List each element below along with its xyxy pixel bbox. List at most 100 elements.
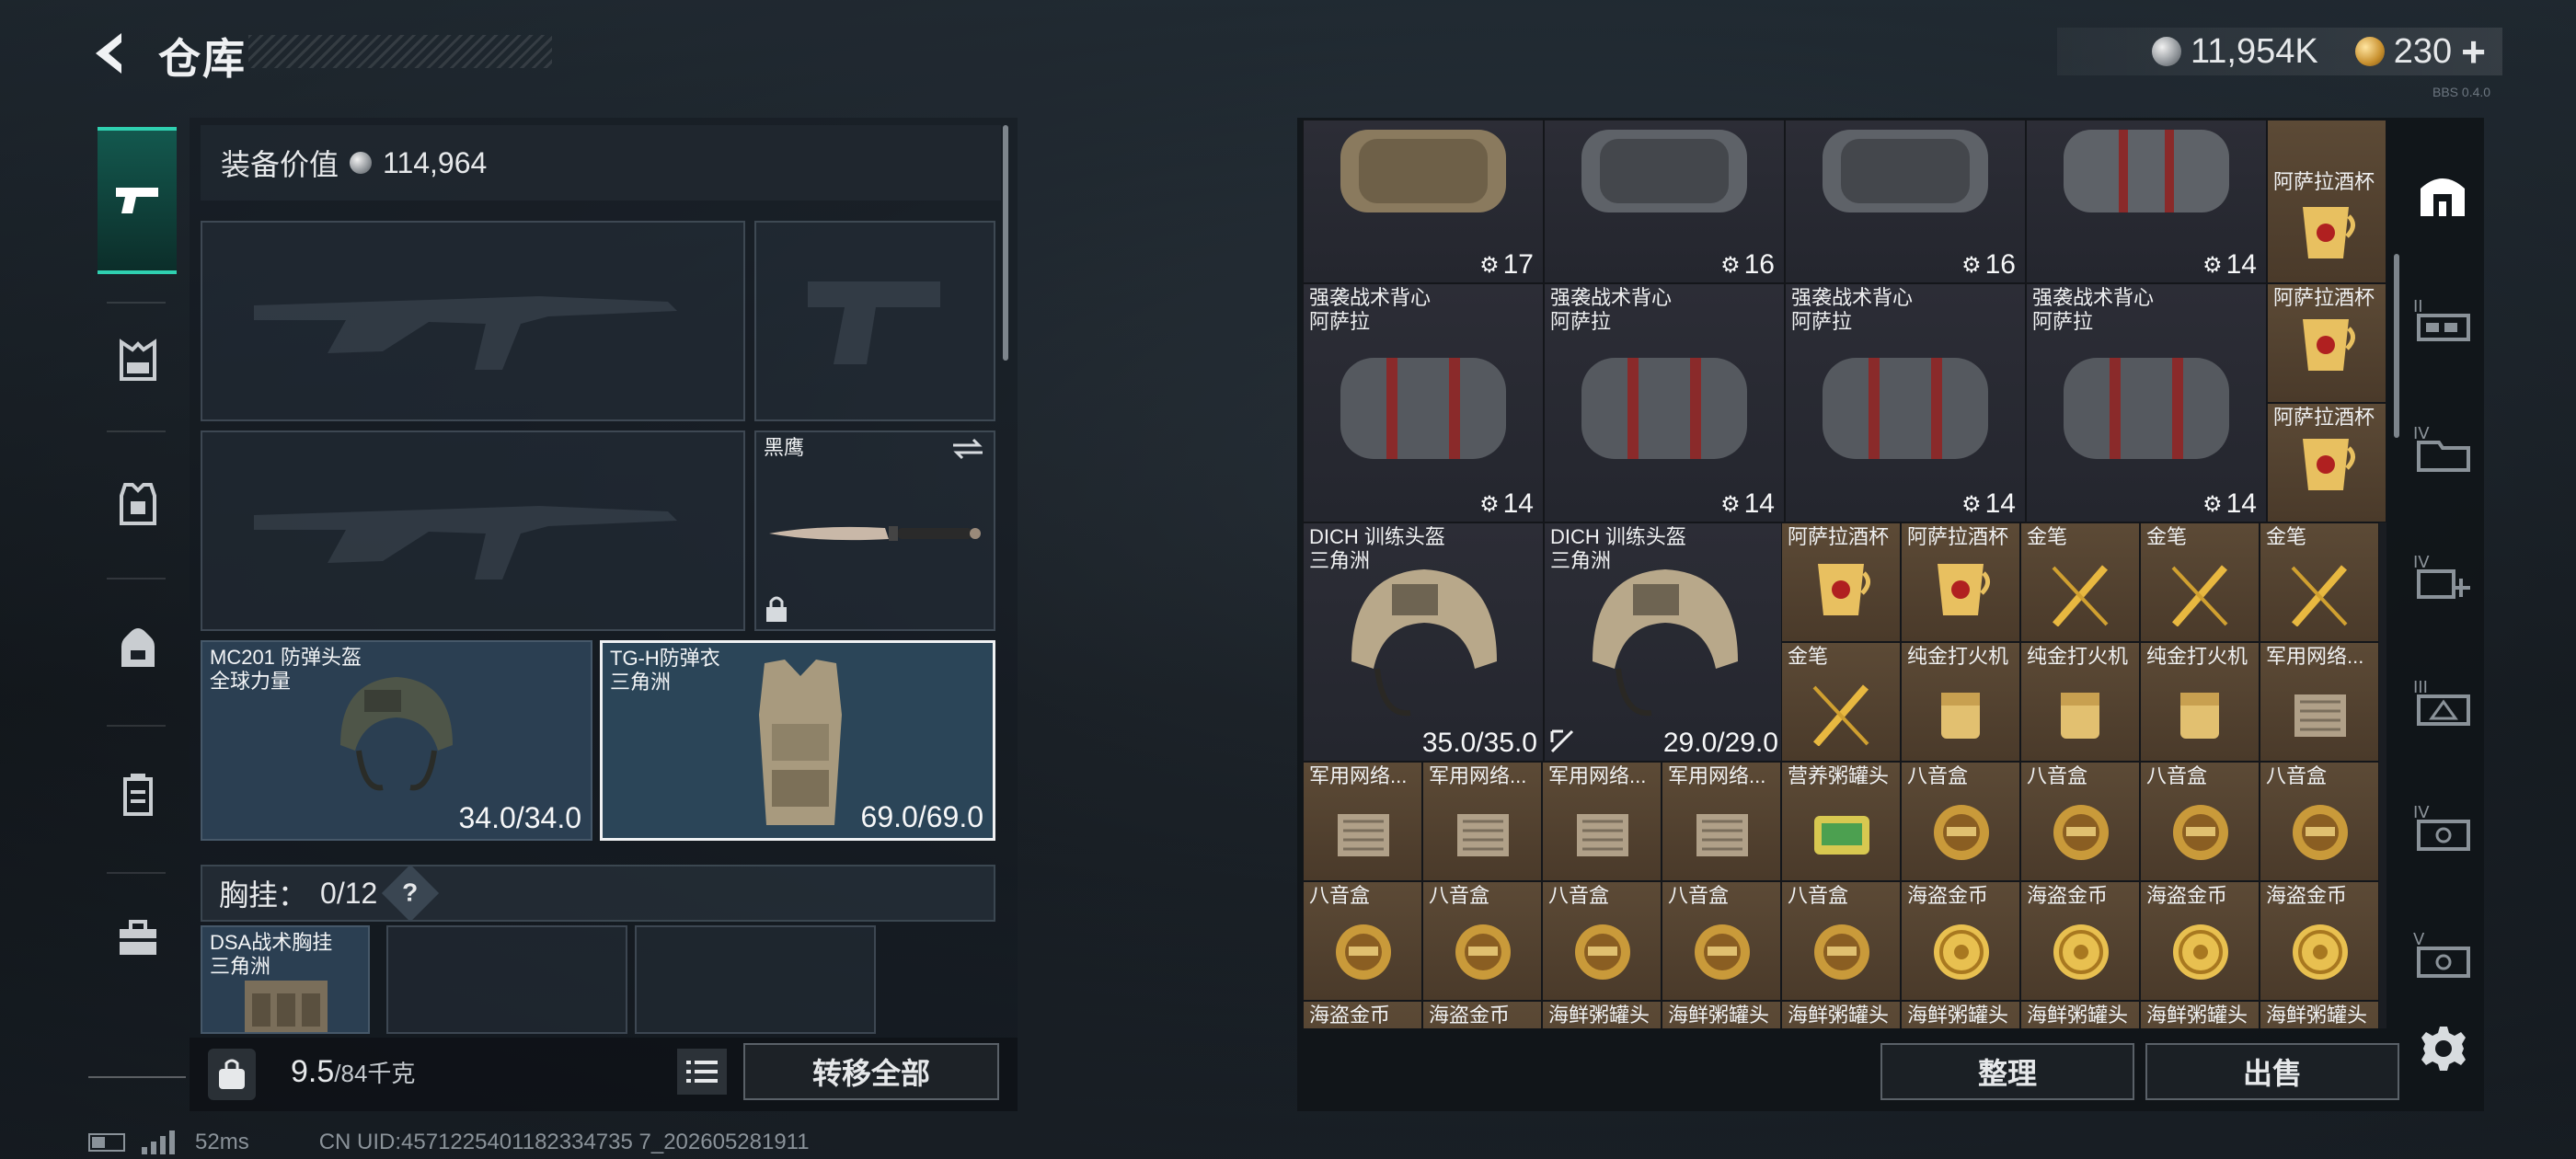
stash-item-bag[interactable]: ⚙ 17 [1303, 120, 1544, 283]
stash-item-small[interactable]: 海盗金币 [1422, 1001, 1542, 1028]
sort-button[interactable]: 整理 [1880, 1043, 2134, 1100]
category-chest-rig[interactable] [99, 322, 177, 399]
music-box-icon [1455, 924, 1511, 980]
item-name-line1: 强袭战术背心 [2032, 286, 2155, 309]
toolbox-icon [120, 920, 156, 955]
stash-item-small[interactable]: 军用网络... [1422, 762, 1542, 881]
storage-tab-4[interactable]: IV [2409, 543, 2477, 611]
stash-item-small[interactable]: 八音盒 [1422, 881, 1542, 1001]
list-view-button[interactable] [677, 1049, 727, 1095]
stash-item-small[interactable]: 阿萨拉酒杯 [1901, 522, 2020, 642]
storage-tab-5[interactable]: III [2409, 668, 2477, 736]
stash-item-helmet[interactable]: DICH 训练头盔 三角洲 29.0/29.0 [1544, 522, 1785, 762]
stash-item-bag[interactable]: ⚙ 14 [2026, 120, 2267, 283]
stash-item-cup[interactable]: 阿萨拉酒杯 [2267, 403, 2386, 522]
music-box-icon [2053, 805, 2109, 860]
stash-item-small[interactable]: 海鲜粥罐头 [1662, 1001, 1781, 1028]
stash-item-small[interactable]: 军用网络... [1303, 762, 1422, 881]
network-device-icon [1696, 814, 1748, 856]
item-name: 八音盒 [1429, 884, 1490, 907]
stash-home-tab[interactable] [2409, 160, 2477, 228]
stash-item-small[interactable]: 营养粥罐头 [1781, 762, 1901, 881]
storage-tab-7[interactable]: V [2409, 920, 2477, 988]
stash-item-small[interactable]: 海鲜粥罐头 [2020, 1001, 2140, 1028]
storage-tab-3[interactable]: IV [2409, 414, 2477, 482]
category-backpack[interactable] [99, 609, 177, 686]
stash-item-small[interactable]: 纯金打火机 [2020, 642, 2140, 762]
stash-item-small[interactable]: 海鲜粥罐头 [1901, 1001, 2020, 1028]
tier-icon: ⚙ [2202, 252, 2223, 278]
lighter-icon [1941, 693, 1980, 739]
stash-item-bag[interactable]: ⚙ 16 [1544, 120, 1785, 283]
stash-item-vest[interactable]: 强袭战术背心 阿萨拉 ⚙ 14 [1785, 283, 2026, 522]
stash-item-small[interactable]: 金笔 [2020, 522, 2140, 642]
primary-weapon-slot[interactable] [201, 221, 745, 421]
back-button[interactable] [85, 28, 136, 79]
stash-item-small[interactable]: 纯金打火机 [1901, 642, 2020, 762]
storage-tab-6[interactable]: IV [2409, 793, 2477, 861]
stash-item-small[interactable]: 海鲜粥罐头 [1781, 1001, 1901, 1028]
stash-item-small[interactable]: 八音盒 [2140, 762, 2260, 881]
stash-item-small[interactable]: 海鲜粥罐头 [2140, 1001, 2260, 1028]
equip-value-label: 装备价值 [221, 148, 339, 181]
melee-slot[interactable]: 黑鹰 [754, 430, 995, 631]
add-currency-button[interactable]: + [2461, 30, 2486, 73]
stash-item-small[interactable]: 海盗金币 [2140, 881, 2260, 1001]
stash-item-small[interactable]: 海鲜粥罐头 [1542, 1001, 1662, 1028]
stash-item-small[interactable]: 军用网络... [1662, 762, 1781, 881]
stash-item-vest[interactable]: 强袭战术背心 阿萨拉 ⚙ 14 [2026, 283, 2267, 522]
item-name-line2: 阿萨拉 [1791, 310, 1853, 333]
stash-item-small[interactable]: 八音盒 [2260, 762, 2379, 881]
stash-item-small[interactable]: 八音盒 [1781, 881, 1901, 1001]
stash-item-cup[interactable]: 阿萨拉酒杯 [2267, 120, 2386, 283]
stash-item-small[interactable]: 海盗金币 [2020, 881, 2140, 1001]
stash-item-small[interactable]: 金笔 [1781, 642, 1901, 762]
settings-button[interactable] [2418, 1023, 2469, 1074]
stash-item-cup[interactable]: 阿萨拉酒杯 [2267, 283, 2386, 403]
item-name: 海盗金币 [2146, 884, 2228, 907]
stash-item-small[interactable]: 金笔 [2140, 522, 2260, 642]
stash-item-small[interactable]: 海鲜粥罐头 [2260, 1001, 2379, 1028]
silver-coin-icon [2151, 37, 2181, 66]
chest-rig-pocket-1[interactable] [386, 925, 627, 1034]
item-name: 营养粥罐头 [1788, 764, 1890, 787]
stash-item-small[interactable]: 阿萨拉酒杯 [1781, 522, 1901, 642]
stash-item-small[interactable]: 海盗金币 [1303, 1001, 1422, 1028]
category-armor[interactable] [99, 465, 177, 543]
stash-item-small[interactable]: 八音盒 [2020, 762, 2140, 881]
transfer-all-button[interactable]: 转移全部 [743, 1043, 999, 1100]
storage-tab-2[interactable]: II [2409, 285, 2477, 353]
stash-item-small[interactable]: 八音盒 [1542, 881, 1662, 1001]
stash-scrollbar[interactable] [2394, 254, 2399, 438]
stash-item-helmet[interactable]: DICH 训练头盔 三角洲 35.0/35.0 [1303, 522, 1544, 762]
network-device-icon [1577, 814, 1628, 856]
loadout-scrollbar[interactable] [1003, 125, 1008, 361]
item-count: ⚙ 14 [1720, 488, 1775, 520]
swap-icon[interactable] [951, 438, 984, 460]
stash-item-small[interactable]: 金笔 [2260, 522, 2379, 642]
stash-item-vest[interactable]: 强袭战术背心 阿萨拉 ⚙ 14 [1544, 283, 1785, 522]
stash-item-small[interactable]: 军用网络... [2260, 642, 2379, 762]
stash-item-small[interactable]: 海盗金币 [1901, 881, 2020, 1001]
stash-item-small[interactable]: 军用网络... [1542, 762, 1662, 881]
stash-item-small[interactable]: 八音盒 [1662, 881, 1781, 1001]
stash-item-bag[interactable]: ⚙ 16 [1785, 120, 2026, 283]
armor-slot[interactable]: TG-H防弹衣 三角洲 69.0/69.0 [600, 640, 995, 841]
sell-button[interactable]: 出售 [2145, 1043, 2399, 1100]
stash-item-small[interactable]: 海盗金币 [2260, 881, 2379, 1001]
chest-rig-item[interactable]: DSA战术胸挂 三角洲 [201, 925, 370, 1034]
stash-item-small[interactable]: 八音盒 [1901, 762, 2020, 881]
pistol-slot[interactable] [754, 221, 995, 421]
helmet-slot[interactable]: MC201 防弹头盔 全球力量 34.0/34.0 [201, 640, 592, 841]
item-name: 八音盒 [1668, 884, 1730, 907]
category-toolbox[interactable] [99, 900, 177, 977]
stash-item-small[interactable]: 八音盒 [1303, 881, 1422, 1001]
stash-item-vest[interactable]: 强袭战术背心 阿萨拉 ⚙ 14 [1303, 283, 1544, 522]
chest-rig-pocket-2[interactable] [635, 925, 876, 1034]
help-button[interactable]: ? [382, 864, 440, 923]
category-container[interactable] [99, 756, 177, 833]
folder-storage-icon: IV [2413, 424, 2470, 472]
secondary-weapon-slot[interactable] [201, 430, 745, 631]
stash-item-small[interactable]: 纯金打火机 [2140, 642, 2260, 762]
category-weapons[interactable] [98, 127, 177, 274]
